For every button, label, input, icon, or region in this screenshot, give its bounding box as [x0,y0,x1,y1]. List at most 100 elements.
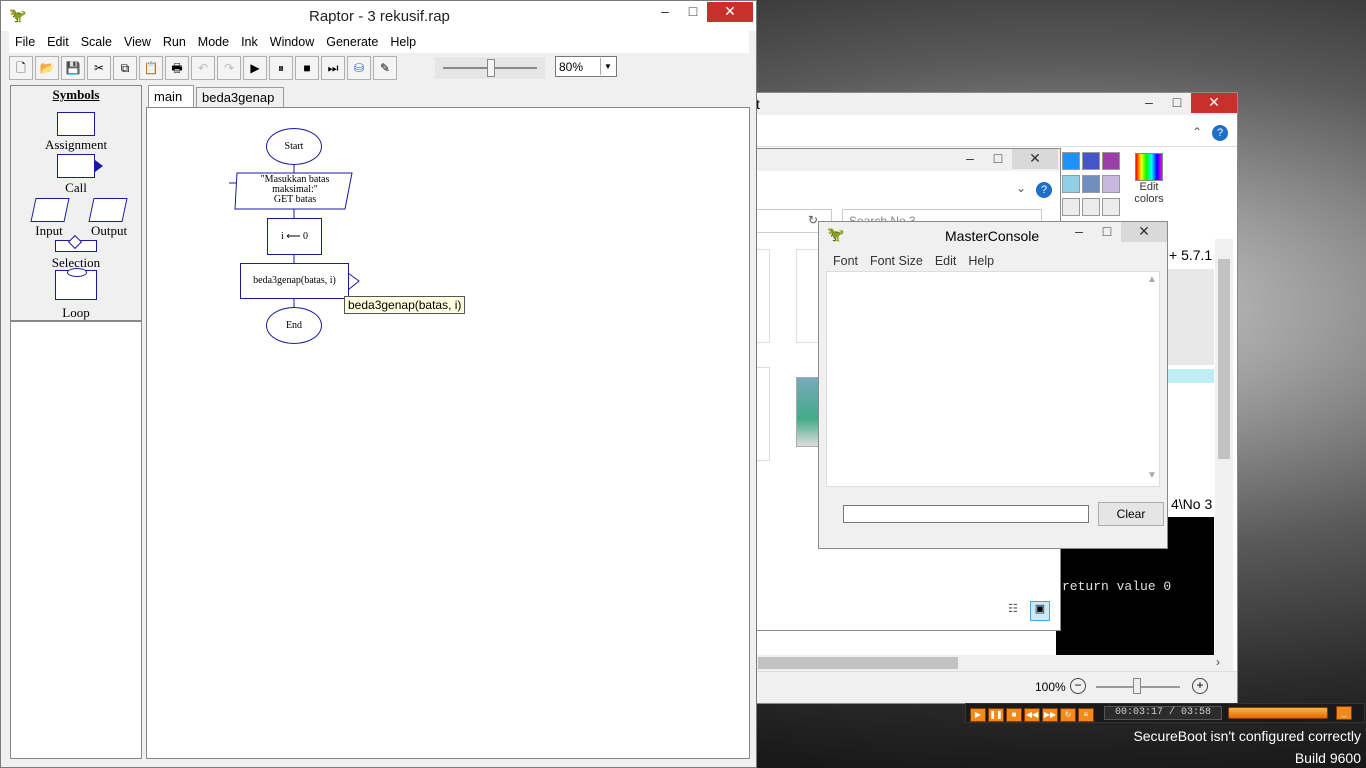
menu-generate[interactable]: Generate [320,31,384,53]
zoom-select[interactable]: 80% ▼ [555,56,617,77]
help-icon[interactable]: ? [1212,125,1228,141]
palette-swatch[interactable] [1082,198,1100,216]
palette-swatch[interactable] [1082,175,1100,193]
pause-icon[interactable]: ⏸ [269,56,293,80]
new-file-icon[interactable]: 🗋 [9,56,33,80]
play-icon[interactable]: ▶ [970,708,986,722]
input-symbol[interactable] [30,198,70,222]
print-icon[interactable]: 🖶 [165,56,189,80]
palette-swatch[interactable] [1062,175,1080,193]
menu-view[interactable]: View [118,31,157,53]
console-menu-font-size[interactable]: Font Size [864,250,929,272]
call-node[interactable]: beda3genap(batas, i) [240,263,349,299]
start-label: Start [284,141,304,152]
console-menu-font[interactable]: Font [827,250,864,272]
zoom-slider-thumb[interactable] [1133,678,1141,694]
console-output-area[interactable]: ▲ ▼ [826,271,1160,487]
tab-main[interactable]: main [148,85,194,107]
menu-edit[interactable]: Edit [41,31,75,53]
call-symbol[interactable] [57,154,95,178]
zoom-in-icon[interactable]: + [1192,678,1208,694]
image-thumbnail[interactable] [796,377,820,447]
end-terminal[interactable]: End [266,307,322,344]
large-icons-view-icon[interactable]: ▣ [1030,601,1050,621]
minimize-button[interactable]: – [956,149,984,169]
tab-beda3genap[interactable]: beda3genap [196,87,284,107]
zoom-out-icon[interactable]: − [1070,678,1086,694]
fast-forward-icon[interactable]: ▶▶ [1042,708,1058,722]
console-input[interactable] [843,505,1089,523]
redo-icon[interactable]: ↷ [217,56,241,80]
menu-ink[interactable]: Ink [235,31,264,53]
menu-help[interactable]: Help [384,31,422,53]
play-icon[interactable]: ▶ [243,56,267,80]
details-view-icon[interactable]: ☷ [1008,602,1026,618]
paste-icon[interactable]: 📋 [139,56,163,80]
menu-scale[interactable]: Scale [75,31,118,53]
step-icon[interactable]: ⏭ [321,56,345,80]
palette-swatch[interactable] [1062,198,1080,216]
start-terminal[interactable]: Start [266,128,322,165]
rewind-icon[interactable]: ◀◀ [1024,708,1040,722]
copy-icon[interactable]: ⧉ [113,56,137,80]
palette-swatch[interactable] [1102,152,1120,170]
undo-icon[interactable]: ↶ [191,56,215,80]
close-button[interactable]: ✕ [1012,149,1058,169]
horizontal-scrollbar[interactable]: › [756,655,1233,671]
close-button[interactable]: ✕ [1191,93,1237,113]
speed-slider[interactable] [435,57,545,79]
refresh-icon[interactable]: ↻ [808,213,818,227]
menu-mode[interactable]: Mode [192,31,235,53]
clear-button[interactable]: Clear [1098,502,1164,526]
input-node[interactable]: "Masukkan batas maksimal:" GET batas [243,174,347,208]
chevron-down-icon[interactable]: ⌄ [1016,181,1026,195]
scroll-down-icon[interactable]: ▼ [1147,470,1157,481]
speed-slider-thumb[interactable] [487,59,495,77]
close-button[interactable]: ✕ [1121,222,1167,242]
close-button[interactable]: ✕ [707,2,753,22]
scroll-up-icon[interactable]: ▲ [1147,274,1157,285]
pen-icon[interactable]: ✎ [373,56,397,80]
assignment-symbol[interactable] [57,112,95,136]
menu-run[interactable]: Run [157,31,192,53]
maximize-button[interactable]: □ [1093,222,1121,242]
minimize-button[interactable]: – [1135,93,1163,113]
scroll-right-icon[interactable]: › [1216,655,1220,669]
file-thumbnail[interactable] [756,249,770,343]
palette-swatch[interactable] [1062,152,1080,170]
repeat-icon[interactable]: ↻ [1060,708,1076,722]
palette-swatch[interactable] [1102,198,1120,216]
menu-window[interactable]: Window [264,31,320,53]
flowchart-canvas[interactable]: Start "Masukkan batas maksimal:" GET bat… [146,107,750,759]
pause-icon[interactable]: ❚❚ [988,708,1004,722]
file-thumbnail[interactable] [756,367,770,461]
edit-colors-button[interactable]: Edit colors [1132,153,1166,205]
save-icon[interactable]: 💾 [61,56,85,80]
stop-icon[interactable]: ■ [1006,708,1022,722]
palette-swatch[interactable] [1102,175,1120,193]
console-menu-edit[interactable]: Edit [929,250,963,272]
assignment-node[interactable]: i ⟵ 0 [267,218,322,255]
input-label: Input [35,223,63,238]
cut-icon[interactable]: ✂ [87,56,111,80]
menu-file[interactable]: File [9,31,41,53]
volume-bar[interactable] [1228,707,1328,719]
minimize-icon[interactable]: _ [1336,706,1352,720]
playlist-icon[interactable]: ≡ [1078,708,1094,722]
chevron-up-icon[interactable]: ⌃ [1192,125,1202,139]
dropdown-arrow-icon[interactable]: ▼ [600,58,615,75]
minimize-button[interactable]: – [651,2,679,22]
vertical-scrollbar[interactable] [1215,239,1233,657]
stop-icon[interactable]: ■ [295,56,319,80]
test-server-icon[interactable]: ⛁ [347,56,371,80]
palette-swatch[interactable] [1082,152,1100,170]
file-thumbnail[interactable] [796,249,820,343]
output-symbol[interactable] [88,198,128,222]
maximize-button[interactable]: □ [1163,93,1191,113]
console-menu-help[interactable]: Help [962,250,1000,272]
maximize-button[interactable]: □ [984,149,1012,169]
open-folder-icon[interactable]: 📂 [35,56,59,80]
maximize-button[interactable]: □ [679,2,707,22]
minimize-button[interactable]: – [1065,222,1093,242]
help-icon[interactable]: ? [1036,182,1052,198]
